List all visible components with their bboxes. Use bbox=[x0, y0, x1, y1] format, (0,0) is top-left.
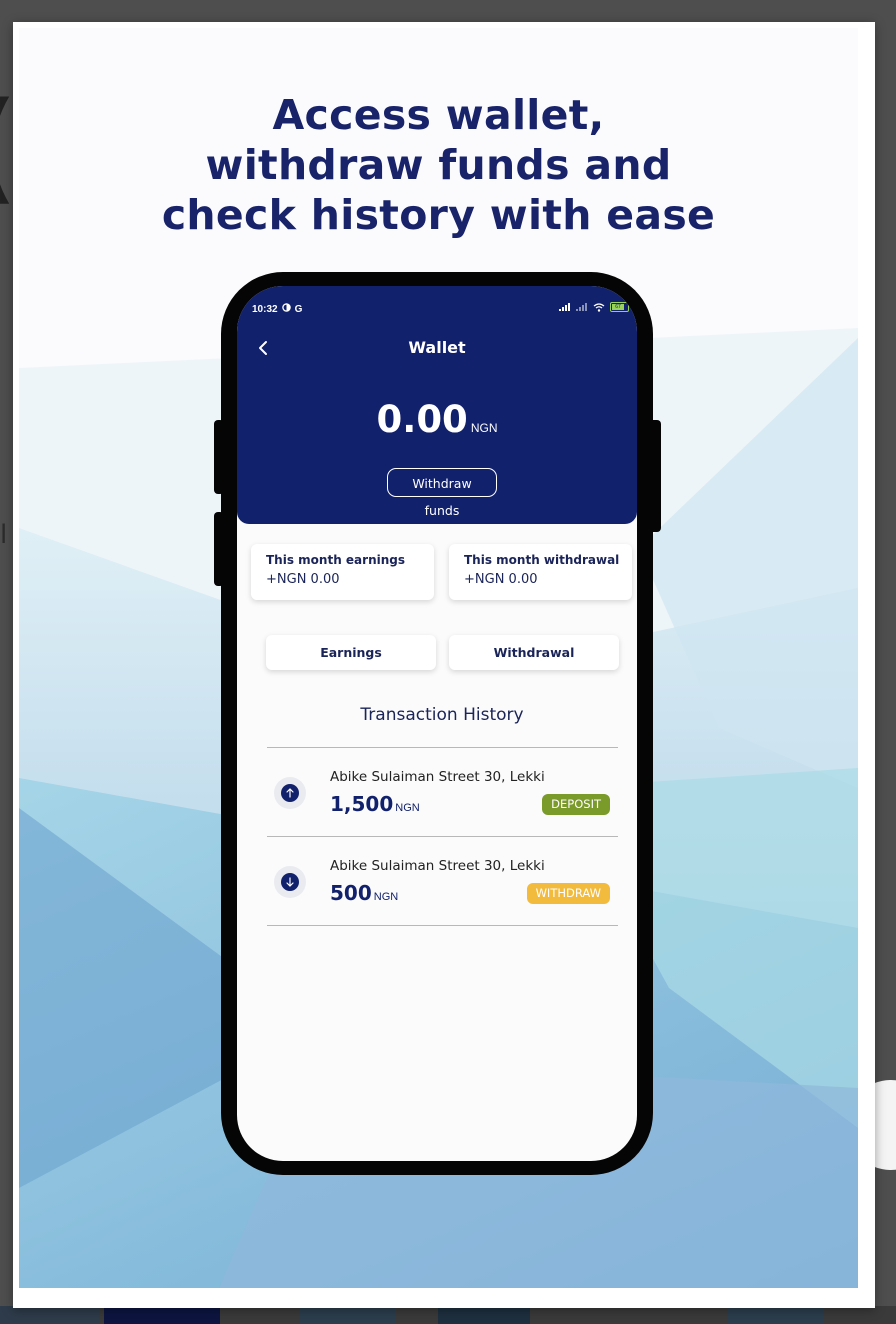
transaction-amount-value: 500 bbox=[330, 881, 372, 905]
phone-screen: 10:32 G 67 Wallet 0.00 NGN Withdraw fund… bbox=[237, 286, 637, 1161]
history-divider bbox=[267, 925, 618, 926]
withdraw-funds-button[interactable]: Withdraw funds bbox=[387, 468, 497, 518]
transaction-icon-wrap bbox=[274, 777, 306, 809]
transaction-icon-wrap bbox=[274, 866, 306, 898]
data-saver-icon bbox=[281, 303, 291, 315]
promo-headline: Access wallet, withdraw funds and check … bbox=[19, 90, 858, 240]
status-bar-left: 10:32 G bbox=[252, 303, 302, 315]
tab-earnings[interactable]: Earnings bbox=[266, 635, 436, 670]
balance-currency: NGN bbox=[470, 421, 498, 435]
balance-amount: 0.00 bbox=[376, 398, 468, 441]
earnings-stat-card: This month earnings +NGN 0.00 bbox=[251, 544, 434, 600]
transaction-amount-value: 1,500 bbox=[330, 792, 394, 816]
promo-screenshot-card: Access wallet, withdraw funds and check … bbox=[13, 22, 875, 1308]
tab-withdrawal[interactable]: Withdrawal bbox=[449, 635, 619, 670]
wallet-balance: 0.00 NGN bbox=[237, 398, 637, 441]
phone-mockup: 10:32 G 67 Wallet 0.00 NGN Withdraw fund… bbox=[221, 272, 653, 1175]
signal-icon bbox=[559, 303, 570, 311]
wifi-icon bbox=[593, 302, 605, 312]
battery-icon: 67 bbox=[610, 302, 629, 312]
stat-value: +NGN 0.00 bbox=[464, 572, 538, 587]
arrow-up-icon bbox=[281, 784, 299, 802]
transaction-amount: 500 NGN bbox=[330, 881, 398, 905]
transaction-amount-currency: NGN bbox=[395, 802, 420, 814]
transaction-row[interactable]: Abike Sulaiman Street 30, Lekki 500 NGN W… bbox=[267, 837, 618, 925]
status-time: 10:32 bbox=[252, 303, 278, 315]
transaction-address: Abike Sulaiman Street 30, Lekki bbox=[330, 858, 545, 874]
withdraw-badge: WITHDRAW bbox=[526, 883, 610, 904]
arrow-down-icon bbox=[281, 873, 299, 891]
status-bar-right: 67 bbox=[559, 302, 629, 312]
promo-card-canvas: Access wallet, withdraw funds and check … bbox=[19, 28, 858, 1288]
headline-line-1: Access wallet, bbox=[272, 91, 605, 139]
transaction-address: Abike Sulaiman Street 30, Lekki bbox=[330, 769, 545, 785]
transaction-row[interactable]: Abike Sulaiman Street 30, Lekki 1,500 NGN… bbox=[267, 748, 618, 836]
headline-line-3: check history with ease bbox=[161, 191, 716, 239]
stat-value: +NGN 0.00 bbox=[266, 572, 340, 587]
transaction-amount-currency: NGN bbox=[373, 891, 399, 903]
withdrawal-stat-card: This month withdrawal +NGN 0.00 bbox=[449, 544, 632, 600]
transaction-amount: 1,500 NGN bbox=[330, 792, 420, 816]
background-app-text: l bbox=[0, 520, 8, 550]
wallet-header: 10:32 G 67 Wallet 0.00 NGN Withdraw fund… bbox=[237, 286, 637, 524]
background-app-strip bbox=[0, 1306, 896, 1324]
page-title: Wallet bbox=[408, 338, 466, 357]
signal-2-icon bbox=[576, 303, 587, 311]
deposit-badge: DEPOSIT bbox=[542, 794, 610, 815]
transaction-history-title: Transaction History bbox=[360, 705, 524, 725]
headline-line-2: withdraw funds and bbox=[205, 141, 672, 189]
stat-label: This month withdrawal bbox=[464, 553, 620, 567]
stat-label: This month earnings bbox=[266, 553, 405, 567]
google-icon: G bbox=[294, 303, 303, 315]
